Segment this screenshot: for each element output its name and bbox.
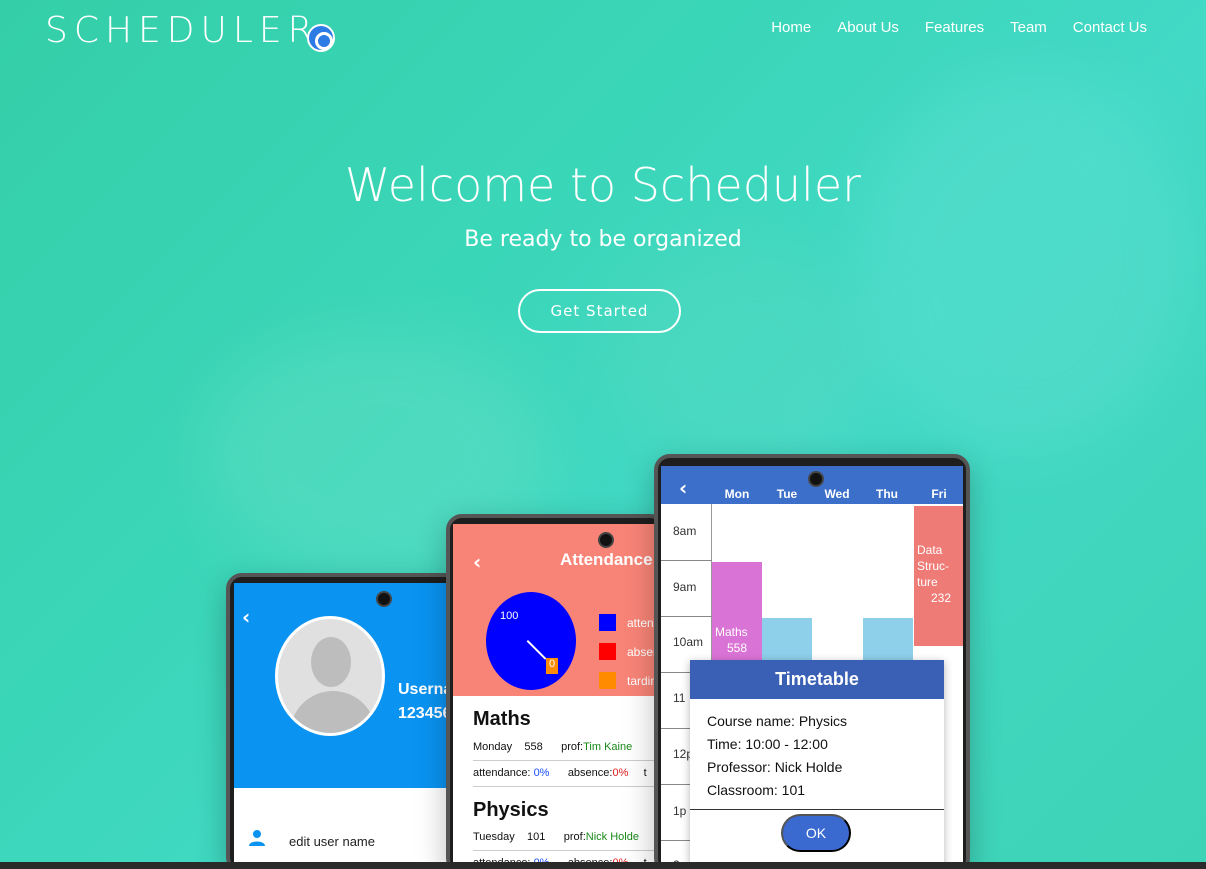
pie-needle [526, 640, 547, 660]
legend-swatch-tardiness [599, 672, 616, 689]
phone-profile-mockup: ‹ Usernar 123456 edit user name [226, 573, 466, 869]
pie-label-tardiness: 0 [546, 658, 558, 674]
legend-swatch-absence [599, 643, 616, 660]
prof-label: prof: [563, 831, 586, 843]
timetable-screen: ‹ Mon Tue Wed Thu Fri 8am 9am 10am 11 12… [661, 466, 963, 869]
day-wed: Wed [824, 487, 850, 501]
course-day: Monday [473, 741, 513, 753]
nav-about-us[interactable]: About Us [837, 19, 899, 36]
attendance-header: ‹ Attendance 100 0 atten absen tardin [453, 524, 662, 696]
modal-course: Course name: Physics [707, 713, 848, 729]
block-room: 558 [727, 641, 748, 655]
edit-username-item[interactable]: edit user name [289, 834, 375, 849]
block-room: 232 [931, 591, 952, 605]
camera-dot [376, 591, 392, 607]
timetable-modal: Timetable Course name: Physics Time: 10:… [690, 660, 944, 869]
main-nav: Home About Us Features Team Contact Us [771, 19, 1147, 36]
pie-label-attendance: 100 [500, 610, 519, 622]
block-course: Maths [715, 625, 748, 639]
phone-timetable-mockup: ‹ Mon Tue Wed Thu Fri 8am 9am 10am 11 12… [654, 454, 970, 869]
time-divider [661, 616, 712, 617]
avatar [275, 616, 385, 736]
legend-swatch-attendance [599, 614, 616, 631]
hero-subtitle: Be ready to be organized [464, 227, 742, 252]
timetable-block-data-structure[interactable]: Data Struc- ture 232 [914, 506, 963, 646]
modal-title: Timetable [690, 660, 944, 699]
phone-attendance-mockup: ‹ Attendance 100 0 atten absen tardin Ma… [446, 514, 666, 869]
course-info-physics: Tuesday 101 prof:Nick Holde [473, 831, 639, 843]
legend-attendance: atten [627, 616, 654, 630]
attendance-label: attendance: [473, 767, 531, 779]
legend-tardiness: tardin [627, 674, 658, 688]
day-thu: Thu [876, 487, 898, 501]
course-room: 101 [527, 831, 546, 843]
nav-home[interactable]: Home [771, 19, 811, 36]
time-1p: 1p [673, 804, 687, 818]
modal-divider [690, 809, 944, 810]
navbar: SCHEDULER Home About Us Features Team Co… [0, 0, 1206, 64]
back-chevron-icon: ‹ [679, 476, 688, 500]
block-course: Data Struc- ture [917, 543, 950, 589]
modal-time: Time: 10:00 - 12:00 [707, 736, 828, 752]
back-chevron-icon: ‹ [473, 550, 482, 574]
avatar-head-shape [311, 637, 351, 687]
attendance-title: Attendance [560, 550, 653, 569]
nav-contact-us[interactable]: Contact Us [1073, 19, 1147, 36]
divider [473, 760, 662, 761]
divider [473, 850, 662, 851]
modal-classroom: Classroom: 101 [707, 782, 806, 798]
profile-header: ‹ Usernar 123456 [234, 583, 462, 788]
hero-title: Welcome to Scheduler [344, 158, 862, 212]
absence-label: absence: [567, 767, 613, 779]
attendance-screen: ‹ Attendance 100 0 atten absen tardin Ma… [453, 524, 662, 869]
time-9am: 9am [673, 580, 697, 594]
course-prof: Tim Kaine [583, 741, 633, 753]
avatar-body-shape [290, 691, 376, 733]
nav-team[interactable]: Team [1010, 19, 1047, 36]
course-room: 558 [524, 741, 543, 753]
modal-professor: Professor: Nick Holde [707, 759, 843, 775]
profile-screen: ‹ Usernar 123456 edit user name [234, 583, 462, 869]
day-fri: Fri [931, 487, 947, 501]
bottom-bar [0, 862, 1206, 869]
ok-button[interactable]: OK [781, 814, 851, 852]
camera-dot [598, 532, 614, 548]
back-chevron-icon: ‹ [242, 605, 251, 629]
user-icon [249, 830, 265, 846]
time-11: 11 [673, 691, 686, 705]
divider [473, 786, 662, 787]
absence-value: 0% [612, 767, 629, 779]
camera-dot [808, 471, 824, 487]
course-stats-maths: attendance: 0% absence:0% t [473, 767, 647, 779]
time-10am: 10am [673, 635, 704, 649]
course-title-maths: Maths [473, 708, 531, 730]
brand-logo[interactable]: SCHEDULER [45, 10, 319, 51]
time-divider [661, 560, 712, 561]
get-started-button[interactable]: Get Started [518, 289, 681, 333]
nav-features[interactable]: Features [925, 19, 984, 36]
course-prof: Nick Holde [585, 831, 639, 843]
course-day: Tuesday [473, 831, 515, 843]
course-info-maths: Monday 558 prof:Tim Kaine [473, 741, 632, 753]
day-mon: Mon [724, 487, 750, 501]
day-tue: Tue [776, 487, 798, 501]
time-8am: 8am [673, 524, 697, 538]
truncated-label: t [643, 767, 647, 779]
attendance-pie: 100 0 [486, 592, 576, 690]
prof-label: prof: [561, 741, 584, 753]
user-id: 123456 [398, 705, 452, 722]
check-circle-icon [307, 24, 335, 52]
attendance-value: 0% [533, 767, 550, 779]
course-title-physics: Physics [473, 799, 549, 821]
